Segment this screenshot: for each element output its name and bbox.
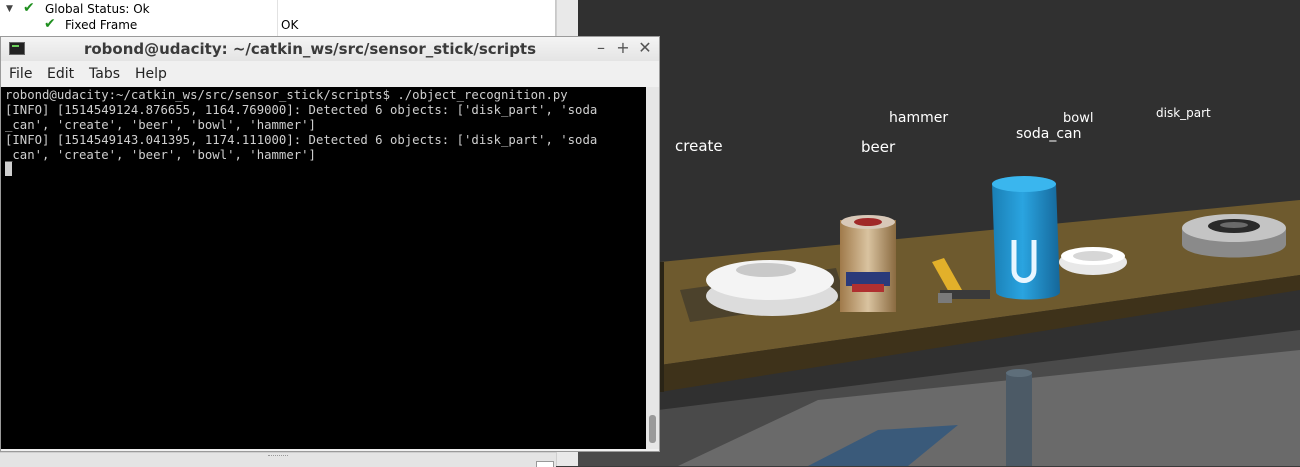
scene-render — [578, 176, 1300, 466]
terminal-titlebar[interactable]: robond@udacity: ~/catkin_ws/src/sensor_s… — [1, 37, 659, 61]
bowl-label: bowl — [1063, 111, 1094, 126]
rviz-3d-viewport[interactable]: create beer hammer soda_can bowl disk_pa… — [578, 0, 1300, 466]
beer-object — [840, 220, 896, 312]
maximize-icon[interactable]: + — [614, 39, 632, 57]
menu-help[interactable]: Help — [135, 66, 167, 82]
soda-can-label: soda_can — [1016, 126, 1082, 142]
terminal-line: robond@udacity:~/catkin_ws/src/sensor_st… — [5, 88, 568, 102]
terminal-line: _can', 'create', 'beer', 'bowl', 'hammer… — [5, 118, 316, 132]
menu-edit[interactable]: Edit — [47, 66, 74, 82]
displays-tree: ▼ ✔ Global Status: Ok ✔ Fixed Frame OK — [0, 0, 556, 40]
window-title: robond@udacity: ~/catkin_ws/src/sensor_s… — [83, 40, 537, 58]
terminal-line: [INFO] [1514549124.876655, 1164.769000]:… — [5, 103, 598, 117]
checkmark-icon: ✔ — [23, 0, 35, 16]
checkmark-icon: ✔ — [44, 16, 56, 32]
beer-label: beer — [861, 138, 896, 156]
terminal-window[interactable]: robond@udacity: ~/catkin_ws/src/sensor_s… — [0, 36, 660, 452]
hammer-label: hammer — [889, 110, 949, 126]
scrollbar-thumb[interactable] — [649, 415, 656, 443]
terminal-output[interactable]: robond@udacity:~/catkin_ws/src/sensor_st… — [1, 87, 646, 449]
terminal-scrollbar[interactable] — [646, 87, 659, 449]
tree-item-value: OK — [281, 18, 299, 32]
terminal-line: [INFO] [1514549143.041395, 1174.111000]:… — [5, 133, 598, 147]
minimize-icon[interactable]: – — [592, 39, 610, 57]
table-side — [660, 262, 664, 392]
menu-tabs[interactable]: Tabs — [89, 66, 120, 82]
disk-part-label: disk_part — [1156, 106, 1211, 120]
tree-item-label: Fixed Frame — [65, 18, 138, 32]
column-divider — [277, 0, 278, 40]
text-cursor — [5, 162, 12, 176]
pedestal — [1006, 372, 1032, 466]
menu-file[interactable]: File — [9, 66, 32, 82]
panel-checkbox[interactable] — [536, 461, 554, 467]
close-icon[interactable]: ✕ — [636, 39, 654, 57]
expand-arrow-icon[interactable]: ▼ — [6, 4, 13, 14]
menu-bar: File Edit Tabs Help — [1, 63, 659, 85]
panel-splitter[interactable] — [0, 452, 556, 467]
tree-item-label: Global Status: Ok — [45, 2, 150, 16]
splitter-grip-icon — [268, 455, 288, 458]
create-label: create — [675, 137, 723, 155]
terminal-line: _can', 'create', 'beer', 'bowl', 'hammer… — [5, 148, 316, 162]
